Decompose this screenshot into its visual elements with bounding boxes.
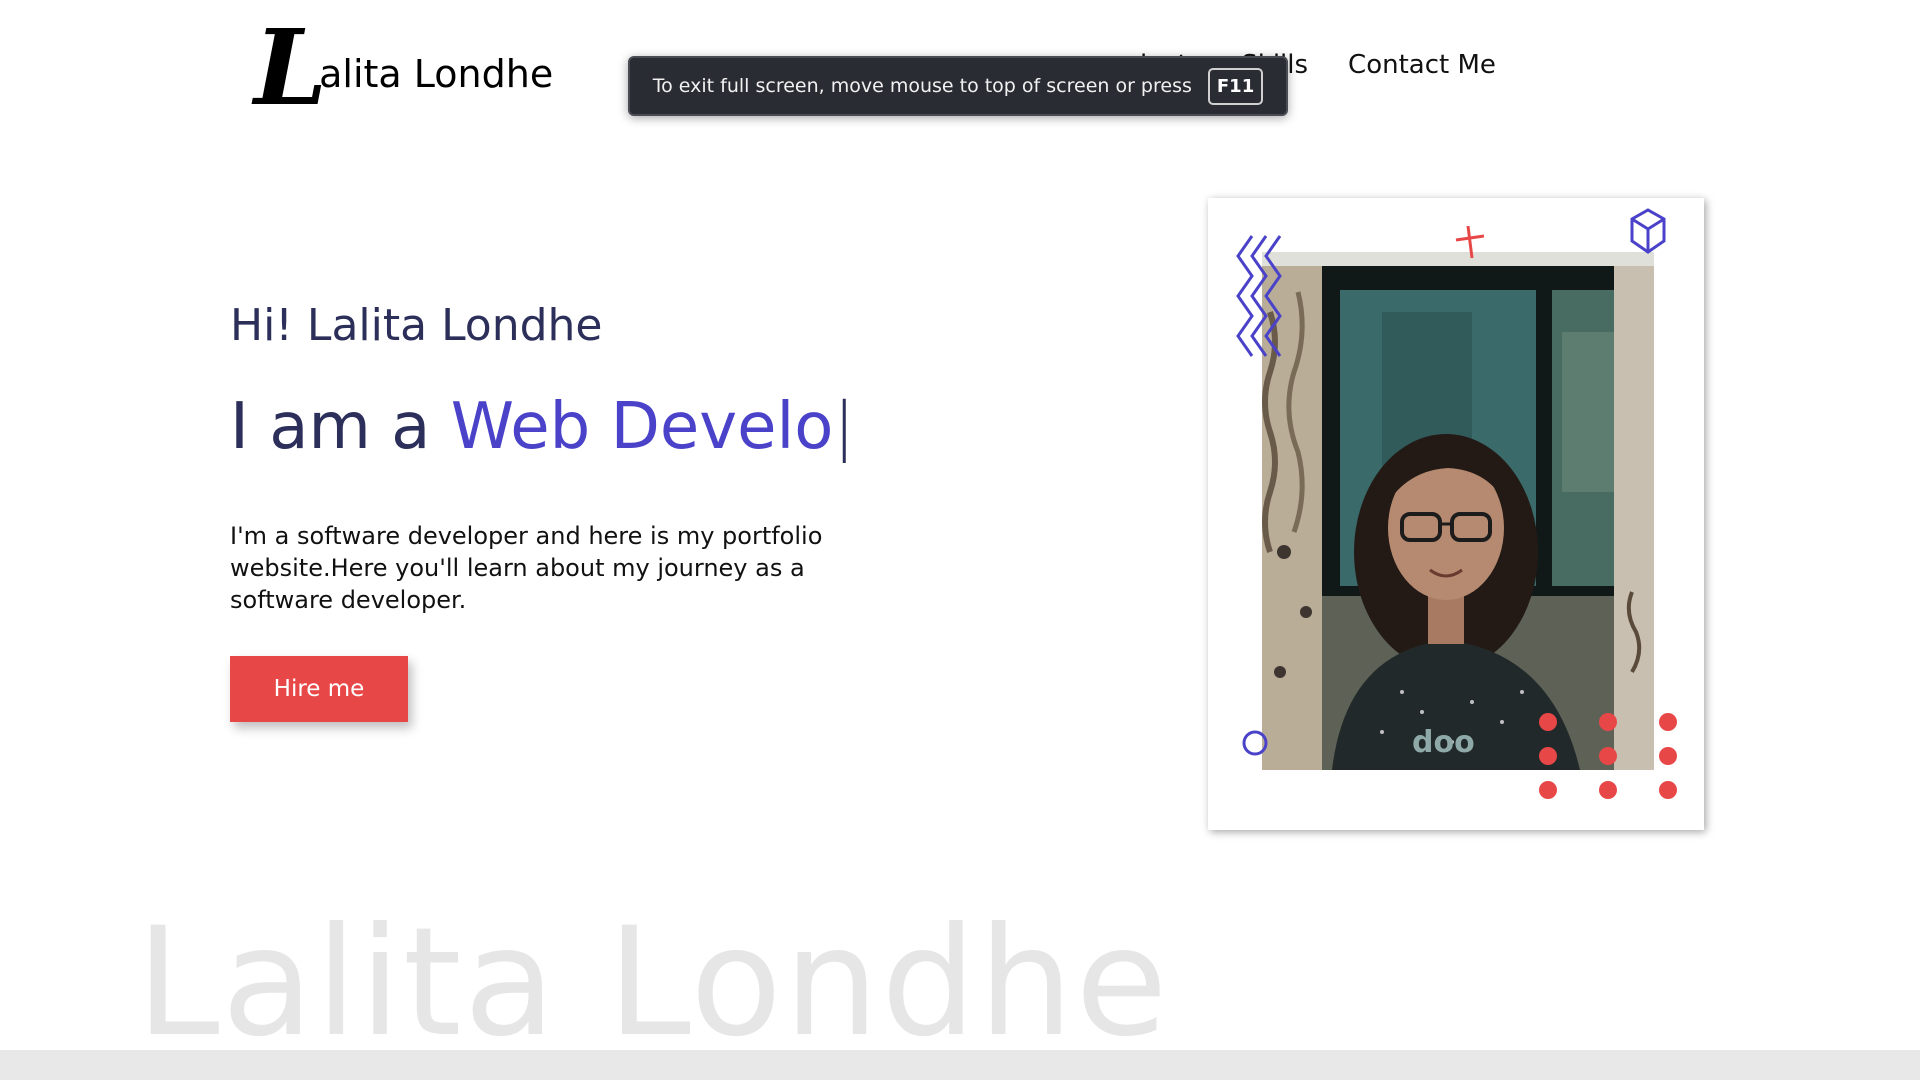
typing-cursor: | [833, 390, 855, 464]
logo-text: alita Londhe [319, 52, 554, 96]
circle-decoration-icon [1242, 730, 1268, 756]
nav-contact-me[interactable]: Contact Me [1348, 50, 1496, 80]
zigzag-decoration-icon [1236, 235, 1282, 357]
tagline-prefix: I am a [230, 390, 431, 464]
hero-intro: I'm a software developer and here is my … [230, 522, 823, 614]
fullscreen-toast-message: To exit full screen, move mouse to top o… [652, 75, 1192, 97]
f11-key-badge: F11 [1207, 67, 1264, 105]
logo-letter: L [254, 6, 327, 129]
svg-text:doo: doo [1412, 725, 1475, 760]
dot-grid-decoration-icon [1539, 713, 1677, 799]
profile-photo-card: doo [1208, 198, 1704, 830]
bottom-section-edge [0, 1050, 1920, 1080]
name-watermark: Lalita Londhe [136, 896, 1170, 1070]
hero-tagline: I am a Web Develo| [230, 390, 855, 464]
typed-role: Web Develo [450, 390, 834, 464]
fullscreen-exit-toast: To exit full screen, move mouse to top o… [628, 56, 1288, 116]
hire-me-button[interactable]: Hire me [230, 656, 408, 722]
profile-photo: doo [1262, 252, 1654, 770]
plus-decoration-icon [1455, 225, 1485, 259]
hero-greeting: Hi! Lalita Londhe [230, 300, 603, 351]
cube-decoration-icon [1630, 208, 1666, 254]
site-logo[interactable]: L alita Londhe [254, 6, 554, 129]
